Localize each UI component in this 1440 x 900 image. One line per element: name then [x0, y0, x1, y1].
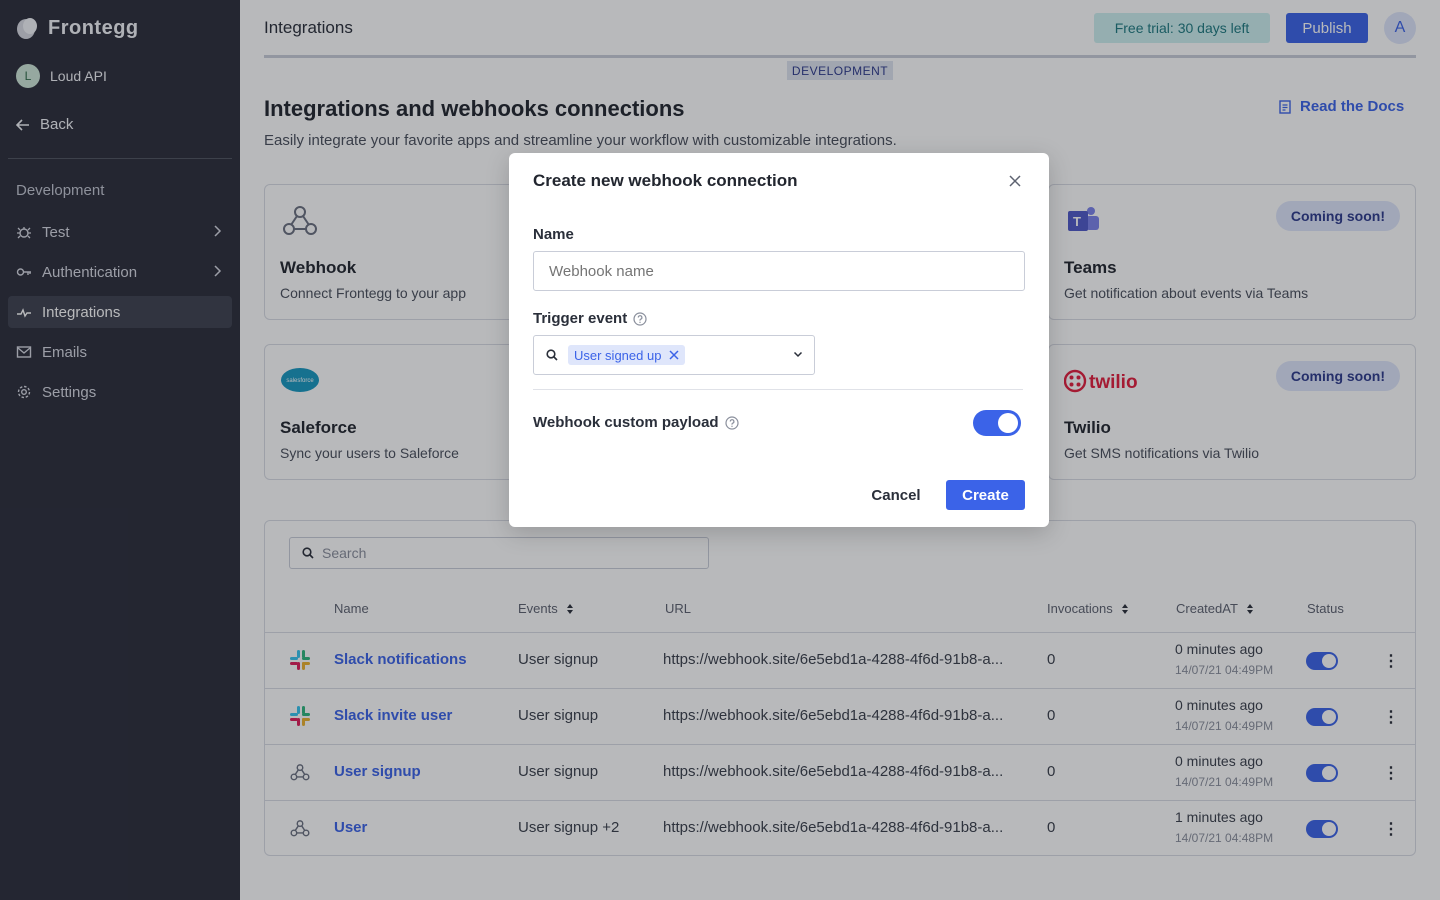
custom-payload-toggle[interactable] [973, 410, 1021, 436]
custom-payload-label: Webhook custom payload [533, 414, 739, 431]
help-icon[interactable] [633, 311, 647, 326]
modal-title: Create new webhook connection [533, 171, 798, 190]
trigger-event-select[interactable]: User signed up [533, 335, 815, 375]
modal-divider [533, 389, 1023, 390]
trigger-event-label: Trigger event [533, 310, 647, 327]
trigger-event-chip: User signed up [568, 345, 686, 365]
create-button[interactable]: Create [946, 480, 1025, 510]
cancel-button[interactable]: Cancel [859, 480, 933, 510]
help-icon[interactable] [724, 415, 739, 430]
chevron-down-icon [793, 351, 803, 358]
remove-chip-icon[interactable] [669, 350, 679, 360]
webhook-name-input[interactable] [533, 251, 1025, 291]
name-label: Name [533, 226, 574, 243]
search-icon [546, 349, 558, 361]
close-icon[interactable] [1009, 171, 1021, 192]
create-webhook-modal: Create new webhook connection Name Trigg… [509, 153, 1049, 527]
